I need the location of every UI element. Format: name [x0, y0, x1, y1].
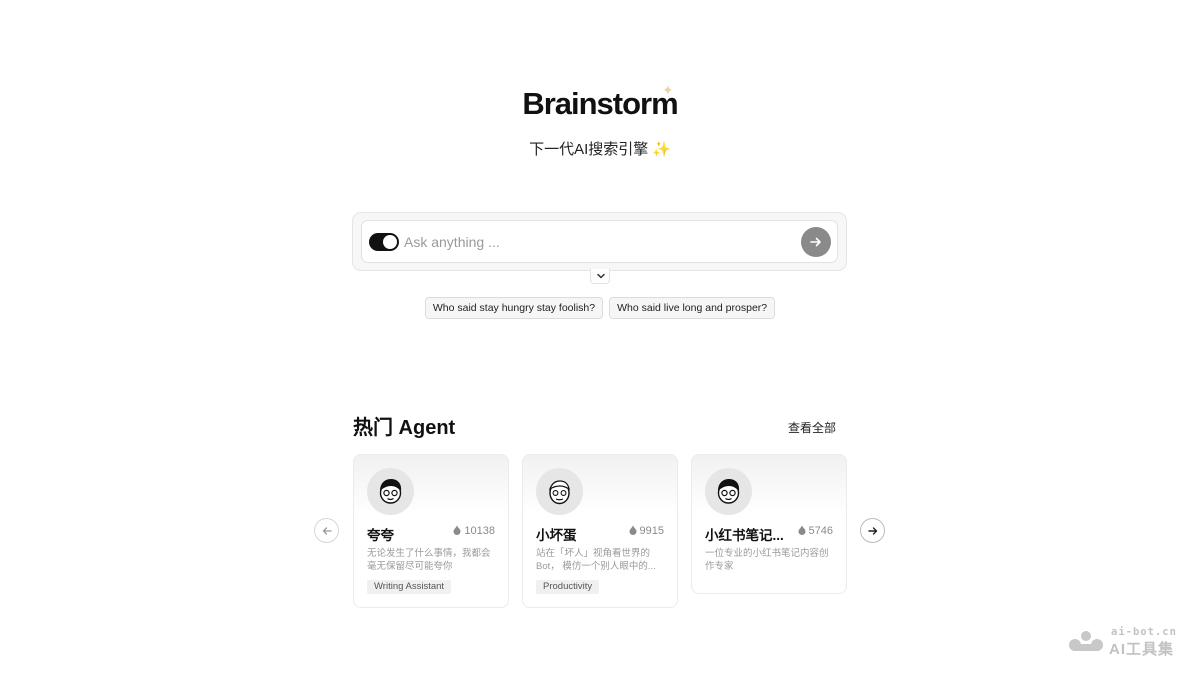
avatar: [536, 468, 583, 515]
avatar: [367, 468, 414, 515]
section-title: 热门 Agent: [353, 417, 456, 439]
agent-name: 夸夸: [367, 528, 394, 543]
agent-tag: Writing Assistant: [367, 580, 452, 594]
arrow-right-icon: [810, 237, 821, 247]
cartoon-face-icon: [379, 479, 402, 504]
page-title: Brainstorm: [522, 86, 678, 121]
agent-description: 一位专业的小红书笔记内容创作专家: [705, 548, 829, 572]
search-field-container: [361, 220, 838, 263]
agent-tag: Productivity: [536, 580, 600, 594]
flame-icon: [629, 525, 637, 535]
carousel-prev-button[interactable]: [314, 518, 339, 543]
watermark-text: AI工具集: [1109, 641, 1175, 658]
usage-count: 10138: [453, 525, 495, 537]
agent-card[interactable]: 小红书笔记... 5746 一位专业的小红书笔记内容创作专家: [691, 454, 847, 594]
agent-name: 小坏蛋: [536, 528, 577, 543]
cartoon-face-icon: [717, 479, 740, 504]
mode-toggle[interactable]: [369, 233, 399, 251]
agent-description: 无论发生了什么事情，我都会毫无保留尽可能夸你: [367, 548, 491, 572]
view-all-link[interactable]: 查看全部: [788, 419, 836, 436]
page-subtitle: 下一代AI搜索引擎 ✨: [0, 138, 1200, 159]
suggestion-list: Who said stay hungry stay foolish? Who s…: [0, 297, 1200, 319]
search-input[interactable]: [404, 230, 784, 254]
sparkle-icon: ✦: [662, 82, 674, 98]
agent-name: 小红书笔记...: [705, 528, 784, 543]
flame-icon: [453, 525, 461, 535]
cartoon-face-icon: [548, 480, 570, 505]
suggestion-chip[interactable]: Who said stay hungry stay foolish?: [424, 297, 604, 319]
search-box: [352, 212, 847, 271]
expand-options-button[interactable]: [590, 269, 610, 284]
chevron-down-icon: [597, 273, 605, 279]
avatar: [705, 468, 752, 515]
watermark-logo-icon: [1069, 631, 1103, 651]
usage-count-value: 10138: [464, 525, 495, 537]
suggestion-chip[interactable]: Who said live long and prosper?: [609, 297, 776, 319]
arrow-right-icon: [868, 527, 878, 535]
agent-card[interactable]: 夸夸 10138 无论发生了什么事情，我都会毫无保留尽可能夸你 Writing …: [353, 454, 509, 608]
watermark: ai-bot.cn AI工具集: [1067, 626, 1187, 658]
agent-description: 站在「坏人」视角看世界的 Bot， 模仿一个别人眼中的...: [536, 548, 656, 572]
flame-icon: [798, 525, 806, 535]
usage-count: 9915: [629, 525, 664, 537]
watermark-domain: ai-bot.cn: [1111, 626, 1177, 638]
magic-wand-icon: ✨: [652, 141, 671, 158]
usage-count: 5746: [798, 525, 833, 537]
usage-count-value: 5746: [808, 525, 833, 537]
usage-count-value: 9915: [639, 525, 664, 537]
subtitle-text: 下一代AI搜索引擎: [529, 141, 649, 158]
arrow-left-icon: [322, 527, 332, 535]
send-button[interactable]: [801, 227, 831, 257]
carousel-next-button[interactable]: [860, 518, 885, 543]
toggle-knob: [383, 235, 397, 249]
agent-card[interactable]: 小坏蛋 9915 站在「坏人」视角看世界的 Bot， 模仿一个别人眼中的... …: [522, 454, 678, 608]
